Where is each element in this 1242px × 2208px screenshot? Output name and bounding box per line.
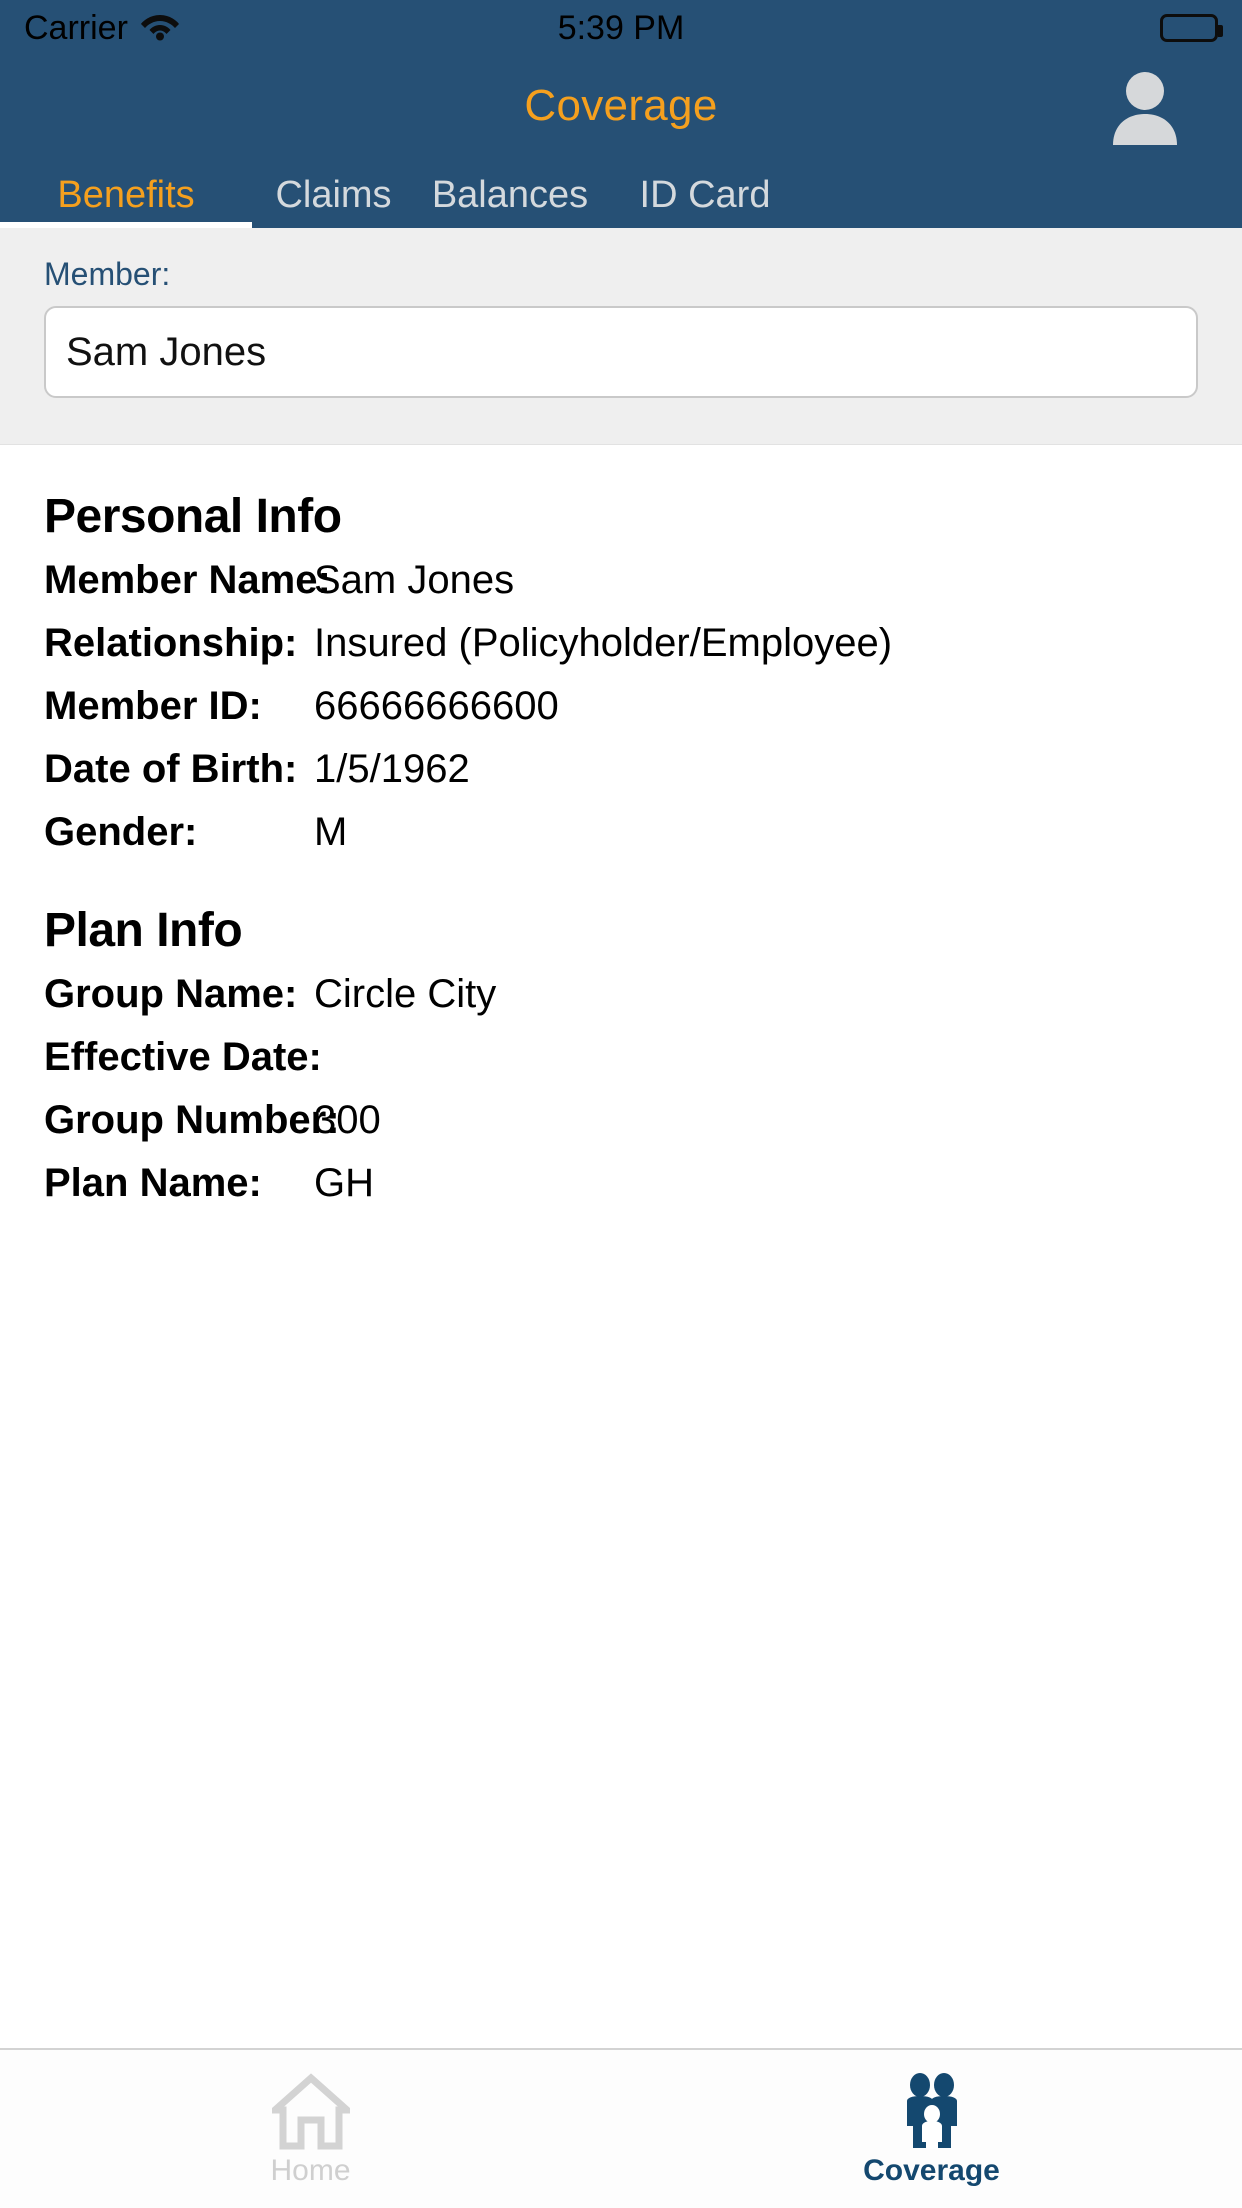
member-select-value: Sam Jones <box>66 329 267 374</box>
tab-claims-label: Claims <box>275 174 392 216</box>
detail-label: Member ID: <box>44 683 262 728</box>
detail-value: Sam Jones <box>314 557 515 602</box>
battery-full-icon <box>1160 14 1223 42</box>
carrier-label: Carrier <box>24 9 128 47</box>
wifi-icon <box>140 11 180 46</box>
tab-balances[interactable]: Balances <box>415 156 605 228</box>
benefits-content: Personal Info Member Name: Sam Jones Rel… <box>0 445 1242 2048</box>
detail-label: Date of Birth: <box>44 746 298 791</box>
tab-active-indicator <box>0 222 252 228</box>
tab-id-card-label: ID Card <box>639 174 771 216</box>
status-bar-left: Carrier <box>24 11 180 46</box>
tab-claims[interactable]: Claims <box>252 156 415 228</box>
family-icon <box>893 2072 971 2150</box>
personal-info-list: Member Name: Sam Jones Relationship: Ins… <box>44 560 1198 875</box>
bottom-tab-bar: Home Coverage <box>0 2048 1242 2208</box>
detail-value: M <box>314 809 348 854</box>
plan-info-heading: Plan Info <box>44 903 243 957</box>
tab-balances-label: Balances <box>431 174 589 216</box>
detail-row: Member Name: Sam Jones <box>44 560 1198 623</box>
detail-row: Group Number: 300 <box>44 1100 1198 1163</box>
detail-row: Group Name: Circle City <box>44 974 1198 1037</box>
detail-label: Group Name: <box>44 971 298 1016</box>
nav-bar: Coverage <box>0 56 1242 156</box>
detail-row: Gender: M <box>44 812 1198 875</box>
plan-info-list: Group Name: Circle City Effective Date: … <box>44 974 1198 1226</box>
member-picker-band: Member: Sam Jones <box>0 228 1242 445</box>
detail-value: GH <box>314 1160 374 1205</box>
detail-value: 1/5/1962 <box>314 746 470 791</box>
personal-info-heading: Personal Info <box>44 490 342 543</box>
tab-benefits[interactable]: Benefits <box>0 156 252 228</box>
page-title: Coverage <box>524 81 718 130</box>
detail-value: 66666666600 <box>314 683 559 728</box>
tab-benefits-label: Benefits <box>57 174 195 216</box>
detail-row: Effective Date: <box>44 1037 1198 1100</box>
bottom-tab-home[interactable]: Home <box>0 2072 621 2186</box>
app-screen: Carrier 5:39 PM Coverage Benefits Claims… <box>0 0 1242 2208</box>
home-icon <box>271 2072 350 2150</box>
person-avatar-icon <box>1113 72 1177 145</box>
member-select[interactable]: Sam Jones <box>44 306 1198 398</box>
detail-value: Circle City <box>314 971 497 1016</box>
detail-row: Relationship: Insured (Policyholder/Empl… <box>44 623 1198 686</box>
detail-value: 300 <box>314 1097 381 1142</box>
bottom-tab-coverage-label: Coverage <box>863 2154 1000 2187</box>
detail-row: Member ID: 66666666600 <box>44 686 1198 749</box>
top-tab-strip: Benefits Claims Balances ID Card <box>0 156 1242 228</box>
detail-label: Effective Date: <box>44 1034 322 1079</box>
detail-label: Relationship: <box>44 620 298 665</box>
detail-row: Date of Birth: 1/5/1962 <box>44 749 1198 812</box>
avatar-button[interactable] <box>1106 67 1184 145</box>
detail-row: Plan Name: GH <box>44 1163 1198 1226</box>
status-bar-clock: 5:39 PM <box>557 8 685 47</box>
status-bar-right <box>1160 14 1223 42</box>
bottom-tab-coverage[interactable]: Coverage <box>621 2072 1242 2186</box>
member-label: Member: <box>44 256 171 292</box>
detail-value: Insured (Policyholder/Employee) <box>314 620 893 665</box>
status-bar: Carrier 5:39 PM <box>0 0 1242 56</box>
detail-label: Group Number: <box>44 1097 340 1142</box>
detail-label: Gender: <box>44 809 198 854</box>
detail-label: Plan Name: <box>44 1160 262 1205</box>
bottom-tab-home-label: Home <box>270 2154 351 2187</box>
detail-label: Member Name: <box>44 557 331 602</box>
tab-id-card[interactable]: ID Card <box>605 156 805 228</box>
